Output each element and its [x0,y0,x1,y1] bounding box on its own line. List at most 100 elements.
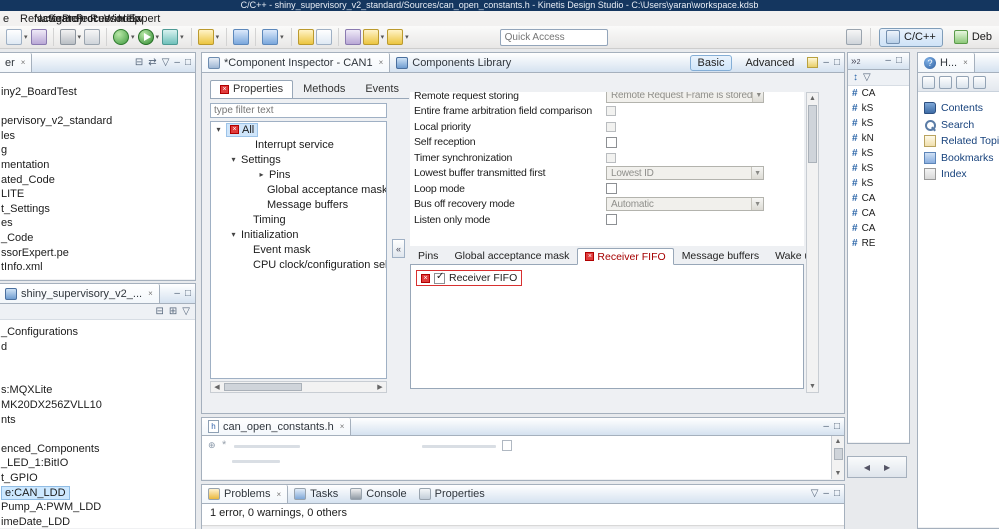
outline-item[interactable]: # kS [848,161,909,176]
help-link-bookmarks[interactable]: Bookmarks [924,150,999,167]
advanced-button[interactable]: Advanced [737,55,802,71]
menu-item-run[interactable]: Run [83,13,110,25]
cpp-perspective-button[interactable]: C/C++ [879,27,943,47]
tab-problems[interactable]: Problems × [202,485,289,503]
help-link-index[interactable]: Index [924,166,999,183]
menu-item-help[interactable]: Help [111,13,141,25]
loop-mode-checkbox[interactable] [606,183,617,195]
tree-item-settings[interactable]: ▾ Settings [211,152,386,167]
back-dropdown-icon[interactable]: ▾ [381,33,385,41]
subtab-pins[interactable]: Pins [410,247,446,264]
new-dropdown-icon[interactable]: ▾ [24,33,28,41]
scroll-up-icon[interactable]: ▲ [809,93,816,104]
basic-button[interactable]: Basic [689,54,733,71]
forward-icon[interactable] [939,75,952,89]
forward-dropdown-icon[interactable]: ▾ [405,33,409,41]
scrollbar-thumb[interactable] [833,448,843,460]
editor-vertical-scrollbar[interactable]: ▲ ▼ [831,436,844,479]
expand-all-icon[interactable]: ⊞ [169,306,177,317]
new-icon[interactable] [6,29,22,45]
tab-help[interactable]: ? H... × [918,53,975,72]
tab-project-explorer[interactable]: er × [0,53,33,72]
home-icon[interactable] [956,75,969,89]
flash-programmer-icon[interactable] [197,29,214,45]
skip-breakpoints-icon[interactable] [233,29,250,45]
view-menu-icon[interactable]: ▽ [811,489,819,499]
scrollbar-thumb[interactable] [224,383,302,391]
tree-item[interactable]: _Configurations [0,325,195,340]
tree-item[interactable]: les [0,129,195,144]
tree-item[interactable]: nts [0,413,195,428]
maximize-icon[interactable]: □ [185,57,191,68]
outline-item[interactable]: # kS [848,116,909,131]
tab-component-inspector[interactable]: *Component Inspector - CAN1 × [202,53,391,72]
tab-properties[interactable]: × Properties [210,80,294,98]
sort-icon[interactable]: ↕ [853,72,858,83]
tree-item-event-mask[interactable]: Event mask [211,242,386,257]
tree-item-timing[interactable]: Timing [211,212,386,227]
tree-item-cpu-clock[interactable]: CPU clock/configuration selec [211,257,386,272]
fold-icon[interactable]: ⊕ [208,440,216,451]
debug-icon[interactable] [113,29,130,45]
tree-item[interactable]: Pump_A:PWM_LDD [0,500,195,515]
scroll-left-icon[interactable]: ◀ [864,463,870,472]
quick-access-input[interactable] [499,28,608,46]
outline-item[interactable]: # kS [848,101,909,116]
maximize-icon[interactable]: □ [896,56,902,66]
collapse-all-icon[interactable]: ⊟ [156,306,164,317]
listen-only-mode-checkbox[interactable] [606,214,617,226]
tree-horizontal-scrollbar[interactable]: ◀ ▶ [210,381,387,393]
tree-item[interactable]: d [0,340,195,355]
collapse-tree-button[interactable]: « [392,239,405,258]
scroll-down-icon[interactable]: ▼ [835,468,842,479]
minimize-icon[interactable]: – [174,57,180,68]
minimize-icon[interactable]: – [885,56,891,66]
outline-item[interactable]: # kS [848,176,909,191]
receiver-fifo-checkbox[interactable] [434,271,445,284]
expander-icon[interactable]: ▾ [214,125,223,134]
tree-item[interactable]: _LED_1:BitIO [0,456,195,471]
tree-item[interactable]: _Code [0,231,195,246]
maximize-icon[interactable]: □ [834,421,840,432]
filter-input[interactable] [210,103,387,118]
subtab-receiver-fifo[interactable]: × Receiver FIFO [577,248,674,265]
collapse-all-icon[interactable]: ⊟ [135,57,143,68]
flash-dropdown-icon[interactable]: ▾ [216,33,220,41]
tree-item[interactable]: tInfo.xml [0,260,195,275]
tree-item[interactable]: imeDate_LDD [0,515,195,528]
view-menu-icon[interactable]: ▽ [863,72,871,83]
outline-item[interactable]: # CA [848,191,909,206]
tree-item-global-acceptance-mask[interactable]: Global acceptance mask [211,182,386,197]
tree-item-interrupt-service[interactable]: Interrupt service [211,137,386,152]
link-with-editor-icon[interactable]: ⇄ [148,57,156,68]
self-reception-checkbox[interactable] [606,136,617,148]
profile-dropdown-icon[interactable]: ▾ [180,33,184,41]
outline-item[interactable]: # CA [848,221,909,236]
inspector-vertical-scrollbar[interactable]: ▲ ▼ [806,92,819,393]
tree-item[interactable]: ssorExpert.pe [0,246,195,261]
maximize-icon[interactable]: □ [834,57,840,68]
menu-item-processor-expert[interactable]: Processor Expert [69,13,160,25]
tab-methods[interactable]: Methods [293,80,355,98]
tree-item[interactable]: ated_Code [0,173,195,188]
run-dropdown-icon[interactable]: ▾ [156,33,160,41]
menu-item-truncated[interactable]: e [0,13,13,25]
tree-item[interactable]: t_GPIO [0,471,195,486]
maximize-icon[interactable]: □ [185,288,191,299]
close-icon[interactable]: × [21,58,26,67]
open-perspective-icon[interactable] [846,29,863,45]
outline-item[interactable]: # kN [848,131,909,146]
expander-icon[interactable]: ▸ [257,170,266,179]
menu-item-refactor[interactable]: Refactor [13,13,62,25]
mark-occurrences-icon[interactable] [297,29,314,45]
minimize-icon[interactable]: – [174,288,180,299]
outline-item[interactable]: # CA [848,86,909,101]
search-icon[interactable] [262,29,279,45]
tree-item-initialization[interactable]: ▾ Initialization [211,227,386,242]
forward-icon[interactable] [387,29,404,45]
close-icon[interactable]: × [340,422,345,431]
debug-dropdown-icon[interactable]: ▾ [131,33,135,41]
minimize-icon[interactable]: – [823,489,829,499]
close-icon[interactable]: × [963,58,968,67]
save-icon[interactable] [30,29,47,45]
